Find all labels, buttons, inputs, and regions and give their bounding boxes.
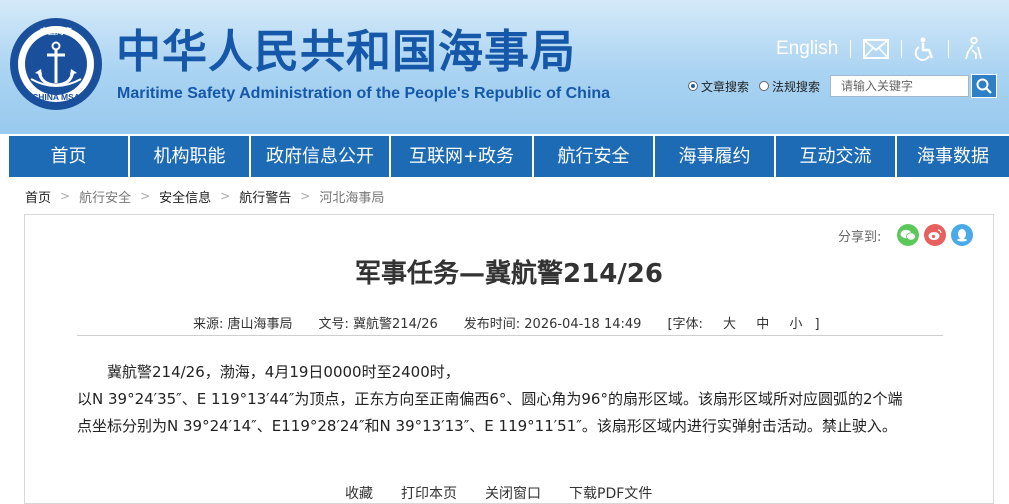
breadcrumb: 首页 > 航行安全 > 安全信息 > 航行警告 > 河北海事局 [25,185,384,207]
chevron-right-icon: > [300,189,311,203]
article-publish-time: 发布时间: 2026-04-18 14:49 [463,317,642,332]
nav-item-internet-gov[interactable]: 互联网+政务 [391,136,534,177]
radio-dot[interactable] [759,81,770,91]
breadcrumb-safety-info[interactable]: 安全信息 [159,187,211,206]
favorite-link[interactable]: 收藏 [345,483,373,503]
site-title-en: Maritime Safety Administration of the Pe… [117,85,611,102]
nav-item-functions[interactable]: 机构职能 [130,136,251,177]
breadcrumb-home[interactable]: 首页 [25,187,51,206]
elder-mode-icon[interactable] [961,37,983,61]
download-pdf-link[interactable]: 下载PDF文件 [569,483,652,503]
wechat-icon[interactable] [897,224,920,246]
font-size-close: ] [814,317,820,332]
article-panel: 分享到: 军事任务—冀航警214/26 来源: 唐山海事局 文号: 冀航警214… [24,214,994,504]
svg-text:CHINA MSA: CHINA MSA [32,92,80,102]
nav-item-home[interactable]: 首页 [9,136,130,177]
radio-article-search[interactable]: 文章搜索 [688,78,749,95]
share-label: 分享到: [838,229,882,245]
article-title: 军事任务—冀航警214/26 [355,259,663,289]
nav-item-compliance[interactable]: 海事履约 [655,136,776,177]
font-size-switcher: [字体: 大 中 小 ] [667,313,819,332]
font-size-large[interactable]: 大 [723,317,736,332]
nav-item-data[interactable]: 海事数据 [897,136,1009,177]
article-source: 来源: 唐山海事局 [193,317,293,332]
site-title-cn: 中华人民共和国海事局 [116,25,577,78]
chevron-right-icon: > [140,189,151,203]
english-link[interactable]: English [776,38,838,60]
article-paragraph: 以N 39°24′35″、E 119°13′44″为顶点，正东方向至正南偏西6°… [77,390,903,408]
close-window-link[interactable]: 关闭窗口 [485,483,541,503]
search-icon [976,78,992,94]
font-size-medium[interactable]: 中 [756,317,769,332]
top-links: English [776,36,983,62]
site-header: 中国海事 CHINA MSA 中华人民共和国海事局 Maritime Safet… [0,0,1009,134]
chevron-right-icon: > [60,189,71,203]
article-meta: 来源: 唐山海事局 文号: 冀航警214/26 发布时间: 2026-04-18… [193,313,820,332]
nav-item-navigation-safety[interactable]: 航行安全 [534,136,655,177]
breadcrumb-hebei-msa[interactable]: 河北海事局 [319,187,384,206]
article-paragraph: 冀航警214/26，渤海，4月19日0000时至2400时， [107,363,460,381]
divider [901,40,903,58]
radio-dot[interactable] [688,81,698,91]
divider [850,40,852,58]
main-nav: 首页 机构职能 政府信息公开 互联网+政务 航行安全 海事履约 互动交流 海事数… [9,136,1009,177]
nav-item-gov-info[interactable]: 政府信息公开 [251,136,391,177]
search-button[interactable] [971,74,998,98]
article-actions: 收藏 打印本页 关闭窗口 下载PDF文件 [345,483,680,503]
radio-regulation-search[interactable]: 法规搜索 [759,78,820,95]
weibo-icon[interactable] [924,224,947,246]
chevron-right-icon: > [220,189,231,203]
print-link[interactable]: 打印本页 [401,483,457,503]
divider [77,335,943,336]
accessibility-icon[interactable] [914,37,936,61]
breadcrumb-navigation-safety[interactable]: 航行安全 [79,187,131,206]
mail-icon[interactable] [863,39,890,59]
search-area: 文章搜索 法规搜索 [688,74,998,98]
divider [948,40,950,58]
article-paragraph: 点坐标分别为N 39°24′14″、E119°28′24″和N 39°13′13… [77,417,897,435]
china-msa-logo[interactable]: 中国海事 CHINA MSA [9,17,103,111]
nav-item-interaction[interactable]: 互动交流 [776,136,897,177]
font-size-small[interactable]: 小 [789,317,802,332]
share-bar: 分享到: [838,224,978,246]
search-input[interactable] [830,75,970,97]
article-body: 冀航警214/26，渤海，4月19日0000时至2400时， 以N 39°24′… [77,359,957,440]
article-doc-number: 文号: 冀航警214/26 [318,317,438,332]
breadcrumb-nav-warning[interactable]: 航行警告 [239,187,291,206]
qq-icon[interactable] [951,224,974,246]
font-size-label: [字体: [667,317,703,332]
svg-text:中国海事: 中国海事 [40,26,72,36]
